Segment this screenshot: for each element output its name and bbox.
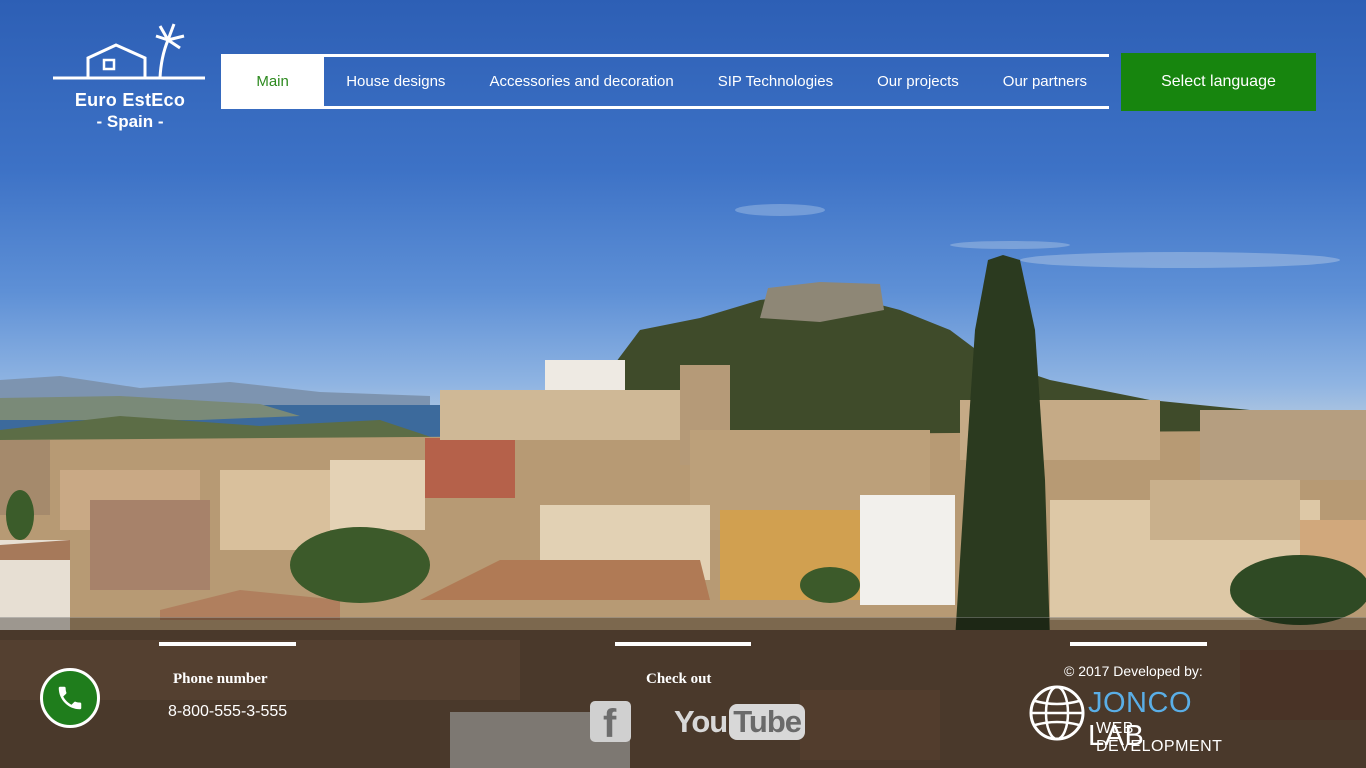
site-logo[interactable]: Euro EstEco - Spain - (50, 22, 210, 134)
jonco-lab-logo[interactable]: JONCO LAB WEB DEVELOPMENT (1028, 684, 1253, 755)
nav-item-main[interactable]: Main (221, 57, 325, 106)
facebook-glyph: f (603, 702, 617, 742)
youtube-icon[interactable]: You Tube (674, 701, 805, 743)
logo-country: - Spain - (96, 112, 164, 131)
phone-call-button[interactable] (40, 668, 100, 728)
nav-item-sip-technologies[interactable]: SIP Technologies (696, 57, 855, 106)
nav-item-our-projects[interactable]: Our projects (855, 57, 981, 106)
nav-item-house-designs[interactable]: House designs (324, 57, 467, 106)
nav-item-our-partners[interactable]: Our partners (981, 57, 1109, 106)
jonco-lab-subtitle: WEB DEVELOPMENT (1096, 720, 1223, 755)
youtube-tube-text: Tube (729, 704, 805, 740)
phone-number[interactable]: 8-800-555-3-555 (168, 703, 287, 721)
logo-name: Euro EstEco (74, 90, 186, 110)
social-label: Check out (646, 671, 712, 687)
house-palm-logo-icon (53, 23, 205, 80)
globe-icon (1029, 685, 1085, 741)
main-navigation: Main House designs Accessories and decor… (221, 54, 1109, 109)
phone-divider (159, 642, 296, 646)
developer-label: © 2017 Developed by: (1064, 663, 1203, 679)
nav-item-accessories-decoration[interactable]: Accessories and decoration (467, 57, 695, 106)
phone-label: Phone number (173, 671, 268, 687)
developer-divider (1070, 642, 1207, 646)
social-divider (615, 642, 751, 646)
select-language-button[interactable]: Select language (1121, 53, 1316, 111)
facebook-icon[interactable]: f (590, 701, 631, 742)
youtube-you-text: You (674, 704, 728, 739)
phone-icon (58, 686, 82, 710)
